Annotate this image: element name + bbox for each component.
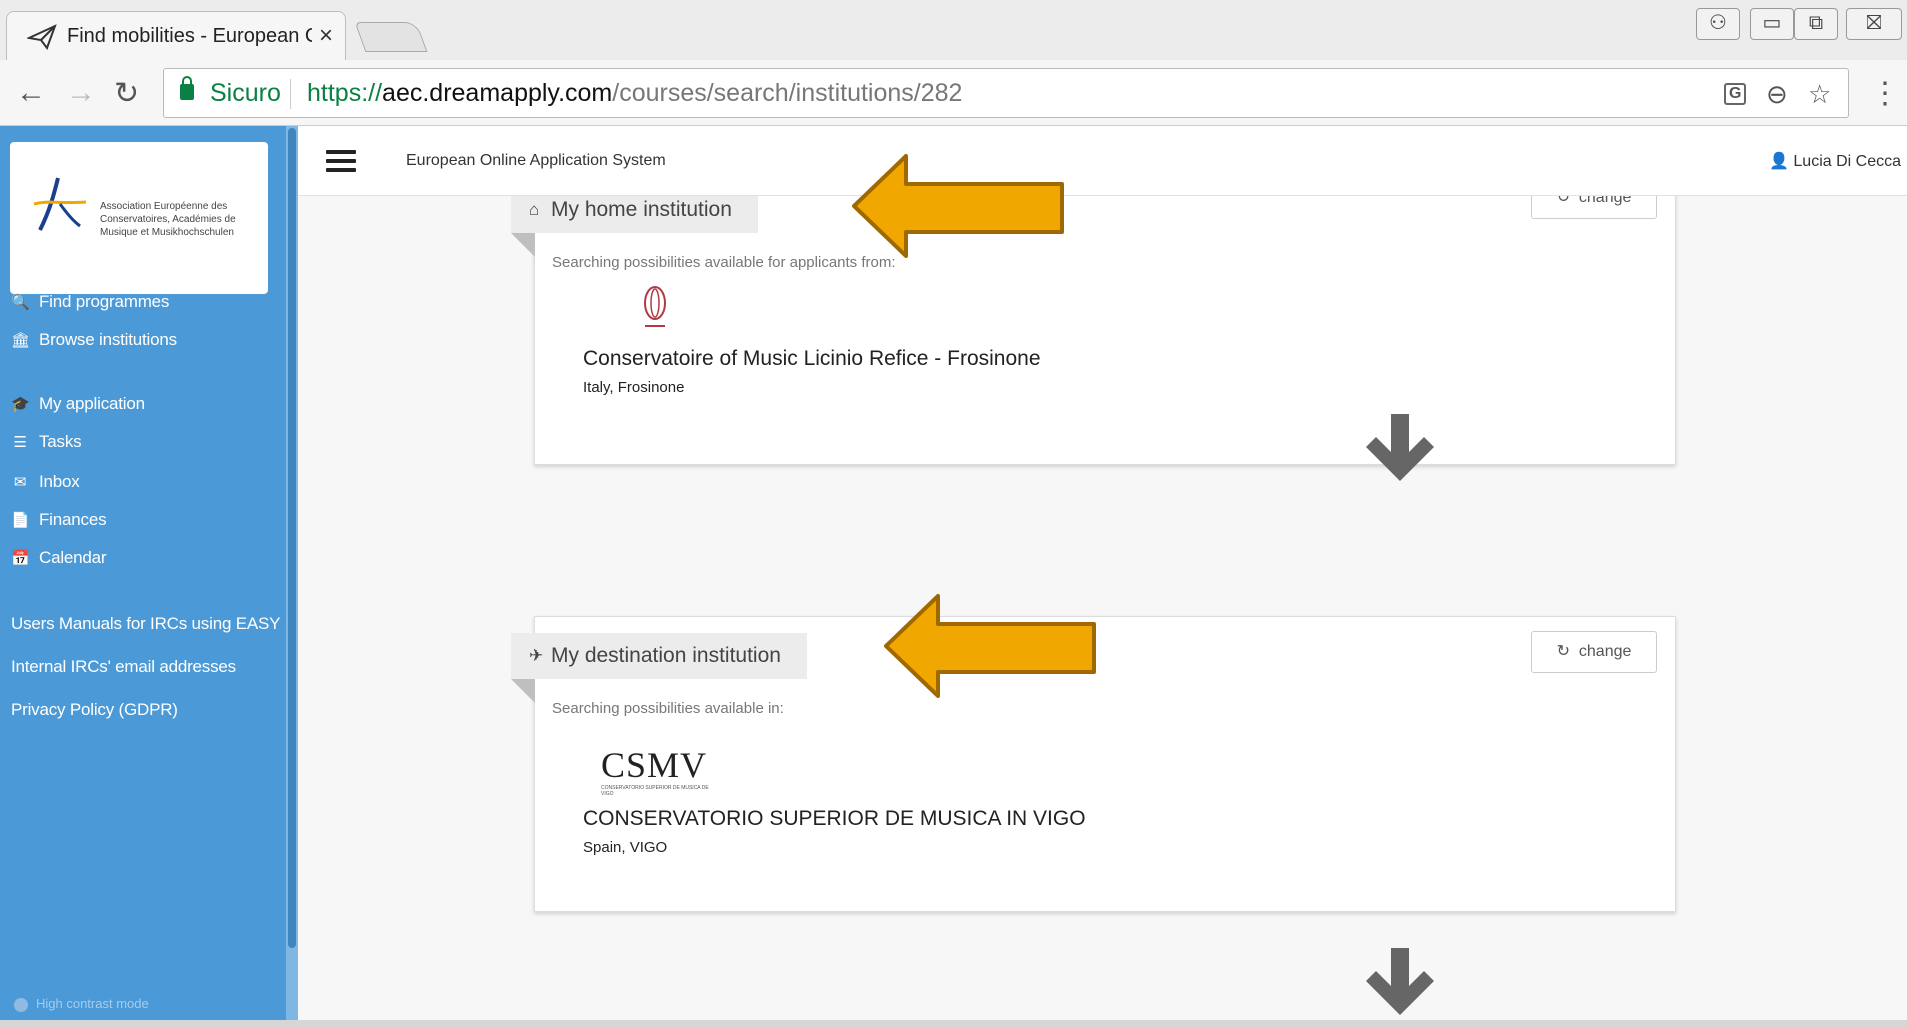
forward-icon[interactable]: → bbox=[66, 76, 96, 110]
sidebar-item-label: Inbox bbox=[39, 472, 80, 491]
secure-label: Sicuro bbox=[210, 79, 281, 107]
new-tab-button[interactable] bbox=[354, 22, 428, 52]
frosinone-logo bbox=[644, 286, 666, 327]
sidebar-item-label: Finances bbox=[39, 510, 107, 529]
destination-subtitle: Searching possibilities available in: bbox=[552, 700, 784, 717]
browser-tab[interactable]: Find mobilities - European C × bbox=[6, 11, 346, 61]
url-separator bbox=[290, 79, 291, 109]
sidebar-item-my-application[interactable]: 🎓 My application bbox=[11, 394, 145, 414]
link-privacy-policy[interactable]: Privacy Policy (GDPR) bbox=[11, 700, 178, 720]
app-header: European Online Application System 👤 Luc… bbox=[298, 126, 1907, 196]
url-host: aec.dreamapply.com bbox=[382, 79, 613, 107]
destination-institution-location: Spain, VIGO bbox=[583, 839, 668, 856]
sidebar-item-label: Tasks bbox=[39, 432, 82, 451]
aec-logo[interactable]: Association Européenne des Conservatoire… bbox=[10, 142, 268, 294]
bookmark-star-icon[interactable]: ☆ bbox=[1808, 79, 1831, 110]
browser-tabbar: Find mobilities - European C × ⚇ ▭ ⧉ ⛝ bbox=[0, 0, 1907, 61]
sidebar-item-calendar[interactable]: 📅 Calendar bbox=[11, 548, 107, 568]
list-icon: ☰ bbox=[13, 434, 27, 451]
high-contrast-toggle[interactable]: High contrast mode bbox=[14, 996, 149, 1012]
destination-heading-text: My destination institution bbox=[551, 644, 781, 667]
close-window-button[interactable]: ⛝ bbox=[1846, 8, 1902, 40]
aec-logo-mark bbox=[33, 177, 87, 231]
refresh-icon: ↻ bbox=[1556, 643, 1570, 660]
csmv-logo-text: CSMV bbox=[601, 745, 708, 785]
profile-icon[interactable]: ⚇ bbox=[1696, 8, 1740, 40]
translate-icon[interactable]: G bbox=[1724, 83, 1747, 105]
file-icon: 📄 bbox=[11, 512, 30, 529]
url-path: /courses/search/institutions/282 bbox=[612, 79, 963, 107]
url-scheme: https:// bbox=[307, 79, 383, 107]
home-institution-location: Italy, Frosinone bbox=[583, 379, 685, 396]
lock-icon bbox=[180, 76, 194, 100]
tab-close-icon[interactable]: × bbox=[319, 22, 333, 50]
minimize-button[interactable]: ▭ bbox=[1750, 8, 1794, 40]
app-title: European Online Application System bbox=[406, 152, 666, 169]
csmv-logo: CSMV CONSERVATORIO SUPERIOR DE MUSICA DE… bbox=[601, 747, 711, 797]
paper-plane-icon bbox=[27, 24, 57, 50]
sidebar-item-finances[interactable]: 📄 Finances bbox=[11, 510, 107, 530]
browser-toolbar: ← → ↻ Sicuro https://aec.dreamapply.com/… bbox=[0, 60, 1907, 126]
sidebar-item-tasks[interactable]: ☰ Tasks bbox=[11, 432, 81, 452]
heading-fold bbox=[511, 233, 535, 257]
user-name: Lucia Di Cecca bbox=[1793, 153, 1901, 170]
logo-text: Association Européenne des Conservatoire… bbox=[100, 201, 236, 238]
sidebar-item-label: Find programmes bbox=[39, 292, 170, 311]
tab-title: Find mobilities - European C bbox=[67, 25, 312, 47]
callout-arrow-home bbox=[852, 154, 1064, 258]
calendar-icon: 📅 bbox=[11, 550, 30, 567]
sidebar: Association Européenne des Conservatoire… bbox=[0, 126, 298, 1028]
hamburger-menu-icon[interactable] bbox=[326, 150, 356, 172]
restore-button[interactable]: ⧉ bbox=[1794, 8, 1838, 40]
sidebar-item-browse-institutions[interactable]: 🏛 Browse institutions bbox=[11, 330, 177, 350]
destination-institution-name[interactable]: CONSERVATORIO SUPERIOR DE MUSICA IN VIGO bbox=[583, 807, 1086, 831]
change-label: change bbox=[1578, 643, 1632, 660]
sidebar-item-label: My application bbox=[39, 394, 145, 413]
bank-icon: 🏛 bbox=[11, 332, 30, 349]
user-icon: 👤 bbox=[1769, 153, 1789, 170]
home-subtitle: Searching possibilities available for ap… bbox=[552, 254, 896, 271]
sidebar-item-find-programmes[interactable]: 🔍 Find programmes bbox=[11, 292, 169, 312]
arrow-down-icon bbox=[1366, 948, 1434, 1015]
reload-icon[interactable]: ↻ bbox=[114, 76, 139, 111]
sidebar-item-label: Browse institutions bbox=[39, 330, 177, 349]
callout-arrow-destination bbox=[884, 594, 1096, 698]
sidebar-item-label: Calendar bbox=[39, 548, 107, 567]
url-text[interactable]: https://aec.dreamapply.com/courses/searc… bbox=[307, 79, 962, 108]
address-bar[interactable]: Sicuro https://aec.dreamapply.com/course… bbox=[163, 68, 1849, 118]
browser-menu-icon[interactable]: ⋮ bbox=[1870, 76, 1900, 111]
sidebar-item-inbox[interactable]: ✉ Inbox bbox=[11, 472, 80, 492]
inbox-icon: ✉ bbox=[13, 474, 27, 491]
sidebar-scrollbar-thumb[interactable] bbox=[288, 128, 296, 948]
user-menu[interactable]: 👤 Lucia Di Cecca bbox=[1769, 151, 1901, 171]
heading-fold bbox=[511, 679, 535, 703]
change-destination-button[interactable]: ↻ change bbox=[1531, 631, 1657, 673]
home-institution-card: ⌂ My home institution ↻ change Searching … bbox=[511, 156, 1676, 465]
graduation-cap-icon: 🎓 bbox=[11, 396, 30, 413]
zoom-icon[interactable]: ⊖ bbox=[1766, 79, 1788, 110]
plane-icon: ✈ bbox=[529, 646, 544, 665]
link-users-manuals[interactable]: Users Manuals for IRCs using EASY bbox=[11, 614, 280, 634]
bottom-strip bbox=[0, 1020, 1907, 1028]
home-institution-name[interactable]: Conservatoire of Music Licinio Refice - … bbox=[583, 347, 1041, 371]
back-icon[interactable]: ← bbox=[16, 76, 46, 110]
home-heading-text: My home institution bbox=[551, 198, 732, 221]
high-contrast-label: High contrast mode bbox=[36, 996, 149, 1011]
search-icon: 🔍 bbox=[11, 294, 30, 311]
toggle-icon bbox=[14, 997, 28, 1012]
destination-institution-heading: ✈ My destination institution bbox=[511, 633, 807, 679]
destination-institution-card: ✈ My destination institution ↻ change Sea… bbox=[511, 616, 1676, 912]
arrow-down-icon bbox=[1366, 414, 1434, 481]
csmv-logo-sub: CONSERVATORIO SUPERIOR DE MUSICA DE VIGO bbox=[601, 785, 709, 797]
main-content: ⌂ My home institution ↻ change Searching … bbox=[298, 156, 1907, 1020]
link-internal-ircs-emails[interactable]: Internal IRCs' email addresses bbox=[11, 657, 236, 677]
